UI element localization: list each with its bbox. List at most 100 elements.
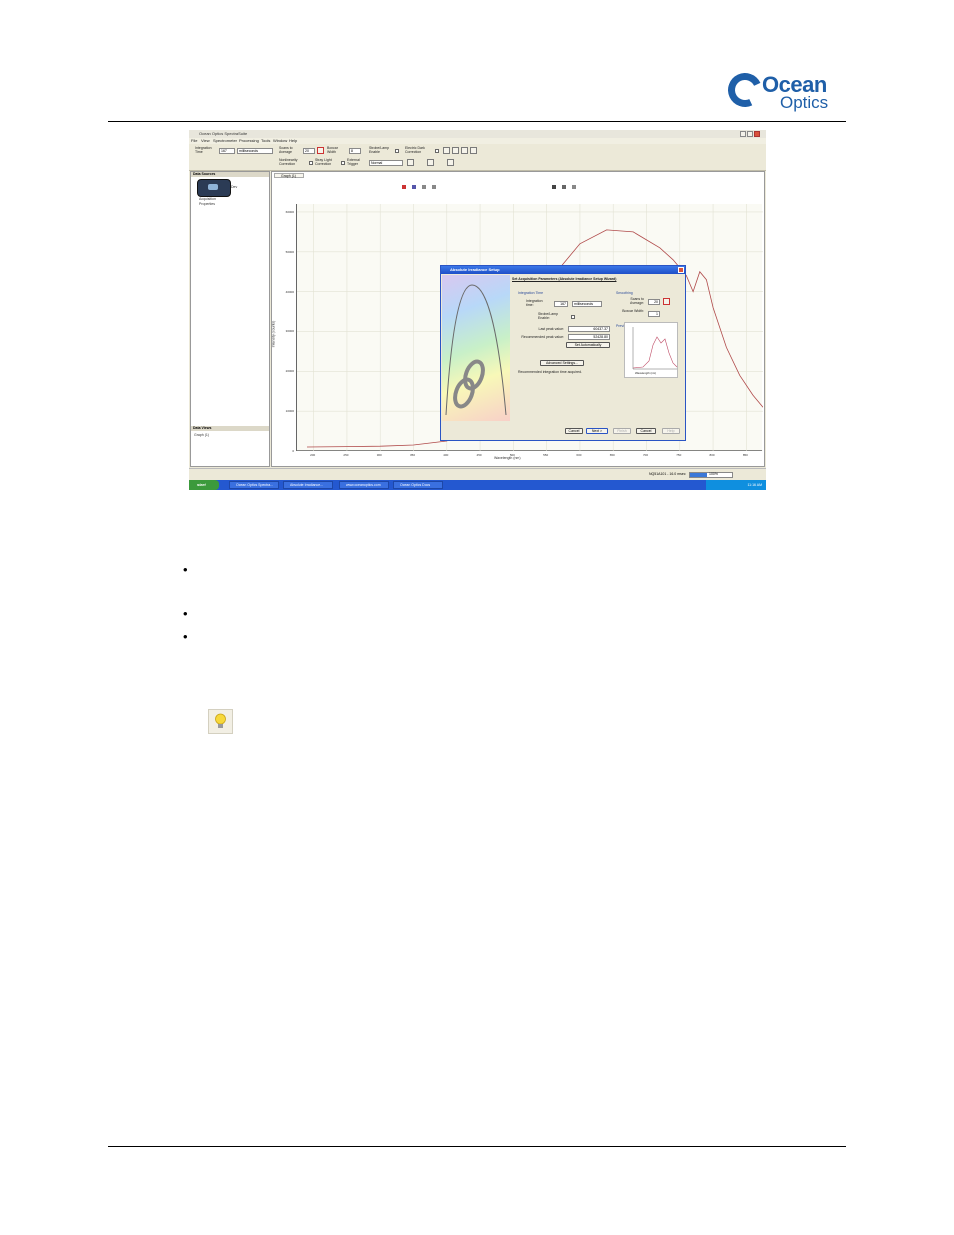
bullet-1: • <box>183 562 188 577</box>
footer-rule <box>108 1146 846 1147</box>
dialog-integration-field[interactable]: 167 <box>554 301 568 307</box>
logo-mark-icon <box>723 68 767 112</box>
graph-panel: Graph (1) 0 10000 20000 30000 40000 50000 6000… <box>271 171 765 467</box>
absolute-irradiance-dialog: Absolute Irradiance Setup Set Acquisitio… <box>440 265 686 441</box>
wizard-cancel-button[interactable]: Cancel <box>636 428 656 434</box>
electric-dark-checkbox[interactable] <box>435 149 439 153</box>
wizard-finish-button[interactable]: Finish <box>613 428 631 434</box>
smoothing-section-title: Smoothing <box>616 291 633 295</box>
copy-icon[interactable] <box>572 185 576 189</box>
x-tick-label: 350 <box>409 453 415 457</box>
dialog-scans-reset-button[interactable] <box>663 298 670 305</box>
x-tick-label: 550 <box>543 453 549 457</box>
menu-file[interactable]: File <box>191 138 197 143</box>
window-title: Ocean Optics SpectraSuite <box>199 131 248 136</box>
system-tray-clock: 11:16 AM <box>706 480 766 490</box>
strobe-lamp-checkbox[interactable] <box>395 149 399 153</box>
dialog-heading: Set Acquisition Parameters (Absolute Irr… <box>512 277 617 281</box>
boxcar-width-label: Boxcar Width <box>327 146 338 154</box>
recommended-peak-field: 52428.80 <box>568 334 610 340</box>
device-label[interactable]: Dev <box>231 185 237 189</box>
boxcar-width-field[interactable]: 8 <box>349 148 361 154</box>
print-icon[interactable] <box>562 185 566 189</box>
export-icon[interactable] <box>470 147 477 154</box>
dialog-scans-field[interactable]: 20 <box>648 299 660 305</box>
x-tick-label: 600 <box>576 453 582 457</box>
tab-graph[interactable]: Graph (1) <box>274 173 304 178</box>
advanced-settings-button[interactable]: Advanced Settings... <box>540 360 584 366</box>
taskbar-item-3[interactable]: www.oceanoptics.com <box>339 481 389 489</box>
x-tick-label: 800 <box>709 453 715 457</box>
last-peak-field: 60437.37 <box>568 326 610 332</box>
pan-icon[interactable] <box>422 185 426 189</box>
tree-item-properties[interactable]: Properties <box>199 202 215 206</box>
data-sources-header: Data Sources <box>191 172 269 177</box>
header-rule <box>108 121 846 122</box>
external-trigger-checkbox[interactable] <box>341 161 345 165</box>
menu-processing[interactable]: Processing <box>239 138 259 143</box>
filter-icon[interactable] <box>461 147 468 154</box>
data-sources-panel: Data Sources Dev Acquisition Properties … <box>190 171 270 467</box>
x-tick-label: 400 <box>443 453 449 457</box>
x-tick-label: 450 <box>476 453 482 457</box>
dialog-boxcar-field[interactable]: 1 <box>648 311 660 317</box>
integration-time-field[interactable]: 167 <box>219 148 235 154</box>
x-tick-label: 300 <box>376 453 382 457</box>
y-tick-label: 10000 <box>285 409 294 414</box>
play-icon[interactable] <box>447 159 454 166</box>
x-axis-label: Wavelength (nm) <box>494 456 521 460</box>
dialog-integration-units-select[interactable]: milliseconds <box>572 301 602 307</box>
spectrometer-device-icon[interactable] <box>197 179 231 197</box>
x-tick-label: 200 <box>310 453 316 457</box>
menu-window[interactable]: Window <box>273 138 287 143</box>
wizard-help-button[interactable]: Help <box>662 428 680 434</box>
lightbulb-icon <box>208 709 233 734</box>
menu-help[interactable]: Help <box>289 138 297 143</box>
menu-tools[interactable]: Tools <box>261 138 270 143</box>
tree-item-acquisition[interactable]: Acquisition <box>199 197 216 201</box>
preview-xlabel: Wavelength (nm) <box>635 371 657 375</box>
pause-icon[interactable] <box>407 159 414 166</box>
dialog-close-button[interactable] <box>678 267 684 273</box>
taskbar-item-1[interactable]: Ocean Optics Spectra... <box>229 481 279 489</box>
y-tick-label: 20000 <box>285 369 294 374</box>
zoom-out-icon[interactable] <box>412 185 416 189</box>
minimize-button[interactable] <box>740 131 746 137</box>
taskbar-item-2[interactable]: Absolute Irradiance... <box>283 481 333 489</box>
x-tick-label: 250 <box>343 453 349 457</box>
wizard-next-button[interactable]: Next > <box>586 428 608 434</box>
start-button[interactable]: start <box>189 480 219 490</box>
save-icon[interactable] <box>552 185 556 189</box>
menu-spectrometer[interactable]: Spectrometer <box>213 138 237 143</box>
acquisition-toolbar: Integration Time 167 milliseconds Scans … <box>189 144 766 171</box>
maximize-button[interactable] <box>747 131 753 137</box>
graph-layout-icon[interactable] <box>443 147 450 154</box>
tree-item-graph[interactable]: Graph (1) <box>194 433 209 437</box>
bullet-3: • <box>183 629 188 644</box>
status-text: NQ51A101 - 16.0 msec <box>649 472 686 476</box>
zoom-in-icon[interactable] <box>402 185 406 189</box>
taskbar-item-4[interactable]: Ocean Optics Docs <box>393 481 443 489</box>
trigger-mode-select[interactable]: Normal <box>369 160 403 166</box>
set-automatically-button[interactable]: Set Automatically <box>566 342 610 348</box>
strobe-lamp-label: Strobe/Lamp Enable <box>369 146 390 154</box>
external-trigger-label: External Trigger <box>347 158 360 166</box>
close-button[interactable] <box>754 131 760 137</box>
last-peak-label: Last peak value: <box>538 327 565 331</box>
wizard-banner-art <box>445 284 507 416</box>
scans-to-average-field[interactable]: 20 <box>303 148 315 154</box>
wizard-back-button[interactable]: Cancel <box>565 428 583 434</box>
preview-chart: Wavelength (nm) <box>624 322 678 378</box>
menu-view[interactable]: View <box>201 138 210 143</box>
scans-reset-button[interactable] <box>317 147 324 154</box>
single-acquire-icon[interactable] <box>427 159 434 166</box>
nonlinearity-checkbox[interactable] <box>309 161 313 165</box>
dialog-content: Set Acquisition Parameters (Absolute Irr… <box>512 275 684 421</box>
integration-units-select[interactable]: milliseconds <box>237 148 273 154</box>
table-icon[interactable] <box>452 147 459 154</box>
cursor-icon[interactable] <box>432 185 436 189</box>
integration-section-title: Integration Time <box>518 291 544 295</box>
recommended-peak-label: Recommended peak value: <box>521 335 564 339</box>
x-tick-label: 650 <box>609 453 615 457</box>
dialog-strobe-checkbox[interactable] <box>571 315 575 319</box>
